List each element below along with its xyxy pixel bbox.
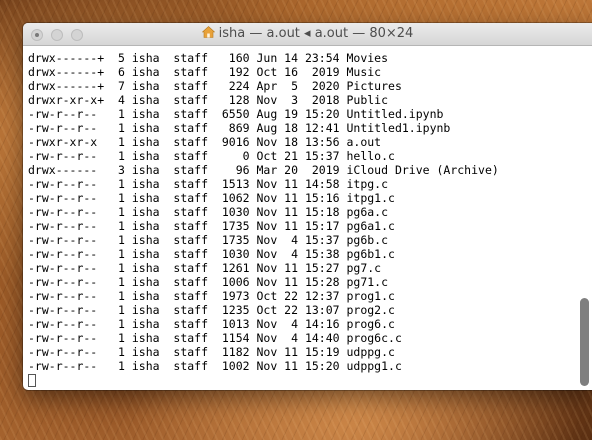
window-title: isha — a.out ◂ a.out — 80×24	[218, 26, 414, 41]
terminal-line: drwx------ 3 isha staff 96 Mar 20 2019 i…	[28, 163, 499, 177]
terminal-line: -rw-r--r-- 1 isha staff 1513 Nov 11 14:5…	[28, 177, 389, 191]
terminal-line: -rw-r--r-- 1 isha staff 1002 Nov 11 15:2…	[28, 359, 402, 373]
terminal-line: -rw-r--r-- 1 isha staff 1735 Nov 11 15:1…	[28, 219, 395, 233]
terminal-line: -rw-r--r-- 1 isha staff 1030 Nov 4 15:38…	[28, 247, 395, 261]
prompt-line[interactable]	[28, 373, 576, 387]
terminal-line: drwxr-xr-x+ 4 isha staff 128 Nov 3 2018 …	[28, 93, 389, 107]
terminal-line: -rw-r--r-- 1 isha staff 1235 Oct 22 13:0…	[28, 303, 395, 317]
terminal-line: drwx------+ 6 isha staff 192 Oct 16 2019…	[28, 65, 382, 79]
terminal-line: -rw-r--r-- 1 isha staff 6550 Aug 19 15:2…	[28, 107, 444, 121]
terminal-window[interactable]: isha — a.out ◂ a.out — 80×24 drwx------+…	[23, 23, 592, 390]
terminal-line: -rw-r--r-- 1 isha staff 1062 Nov 11 15:1…	[28, 191, 395, 205]
terminal-line: -rw-r--r-- 1 isha staff 1735 Nov 4 15:37…	[28, 233, 389, 247]
text-cursor	[28, 374, 36, 387]
terminal-line: -rw-r--r-- 1 isha staff 1261 Nov 11 15:2…	[28, 261, 382, 275]
terminal-line: -rw-r--r-- 1 isha staff 1973 Oct 22 12:3…	[28, 289, 395, 303]
terminal-line: -rw-r--r-- 1 isha staff 1013 Nov 4 14:16…	[28, 317, 395, 331]
scrollbar[interactable]	[580, 48, 589, 388]
window-title-wrap: isha — a.out ◂ a.out — 80×24	[23, 23, 592, 45]
terminal-line: -rw-r--r-- 1 isha staff 0 Oct 21 15:37 h…	[28, 149, 395, 163]
terminal-line: -rw-r--r-- 1 isha staff 869 Aug 18 12:41…	[28, 121, 451, 135]
terminal-line: -rw-r--r-- 1 isha staff 1006 Nov 11 15:2…	[28, 275, 389, 289]
scrollbar-thumb[interactable]	[580, 298, 589, 386]
title-bar[interactable]: isha — a.out ◂ a.out — 80×24	[23, 23, 592, 46]
home-icon	[201, 26, 215, 38]
terminal-line: -rw-r--r-- 1 isha staff 1182 Nov 11 15:1…	[28, 345, 395, 359]
terminal-output[interactable]: drwx------+ 5 isha staff 160 Jun 14 23:5…	[28, 51, 576, 387]
terminal-line: -rwxr-xr-x 1 isha staff 9016 Nov 18 13:5…	[28, 135, 382, 149]
terminal-line: drwx------+ 5 isha staff 160 Jun 14 23:5…	[28, 51, 389, 65]
terminal-line: -rw-r--r-- 1 isha staff 1154 Nov 4 14:40…	[28, 331, 402, 345]
terminal-line: drwx------+ 7 isha staff 224 Apr 5 2020 …	[28, 79, 402, 93]
terminal-line: -rw-r--r-- 1 isha staff 1030 Nov 11 15:1…	[28, 205, 389, 219]
